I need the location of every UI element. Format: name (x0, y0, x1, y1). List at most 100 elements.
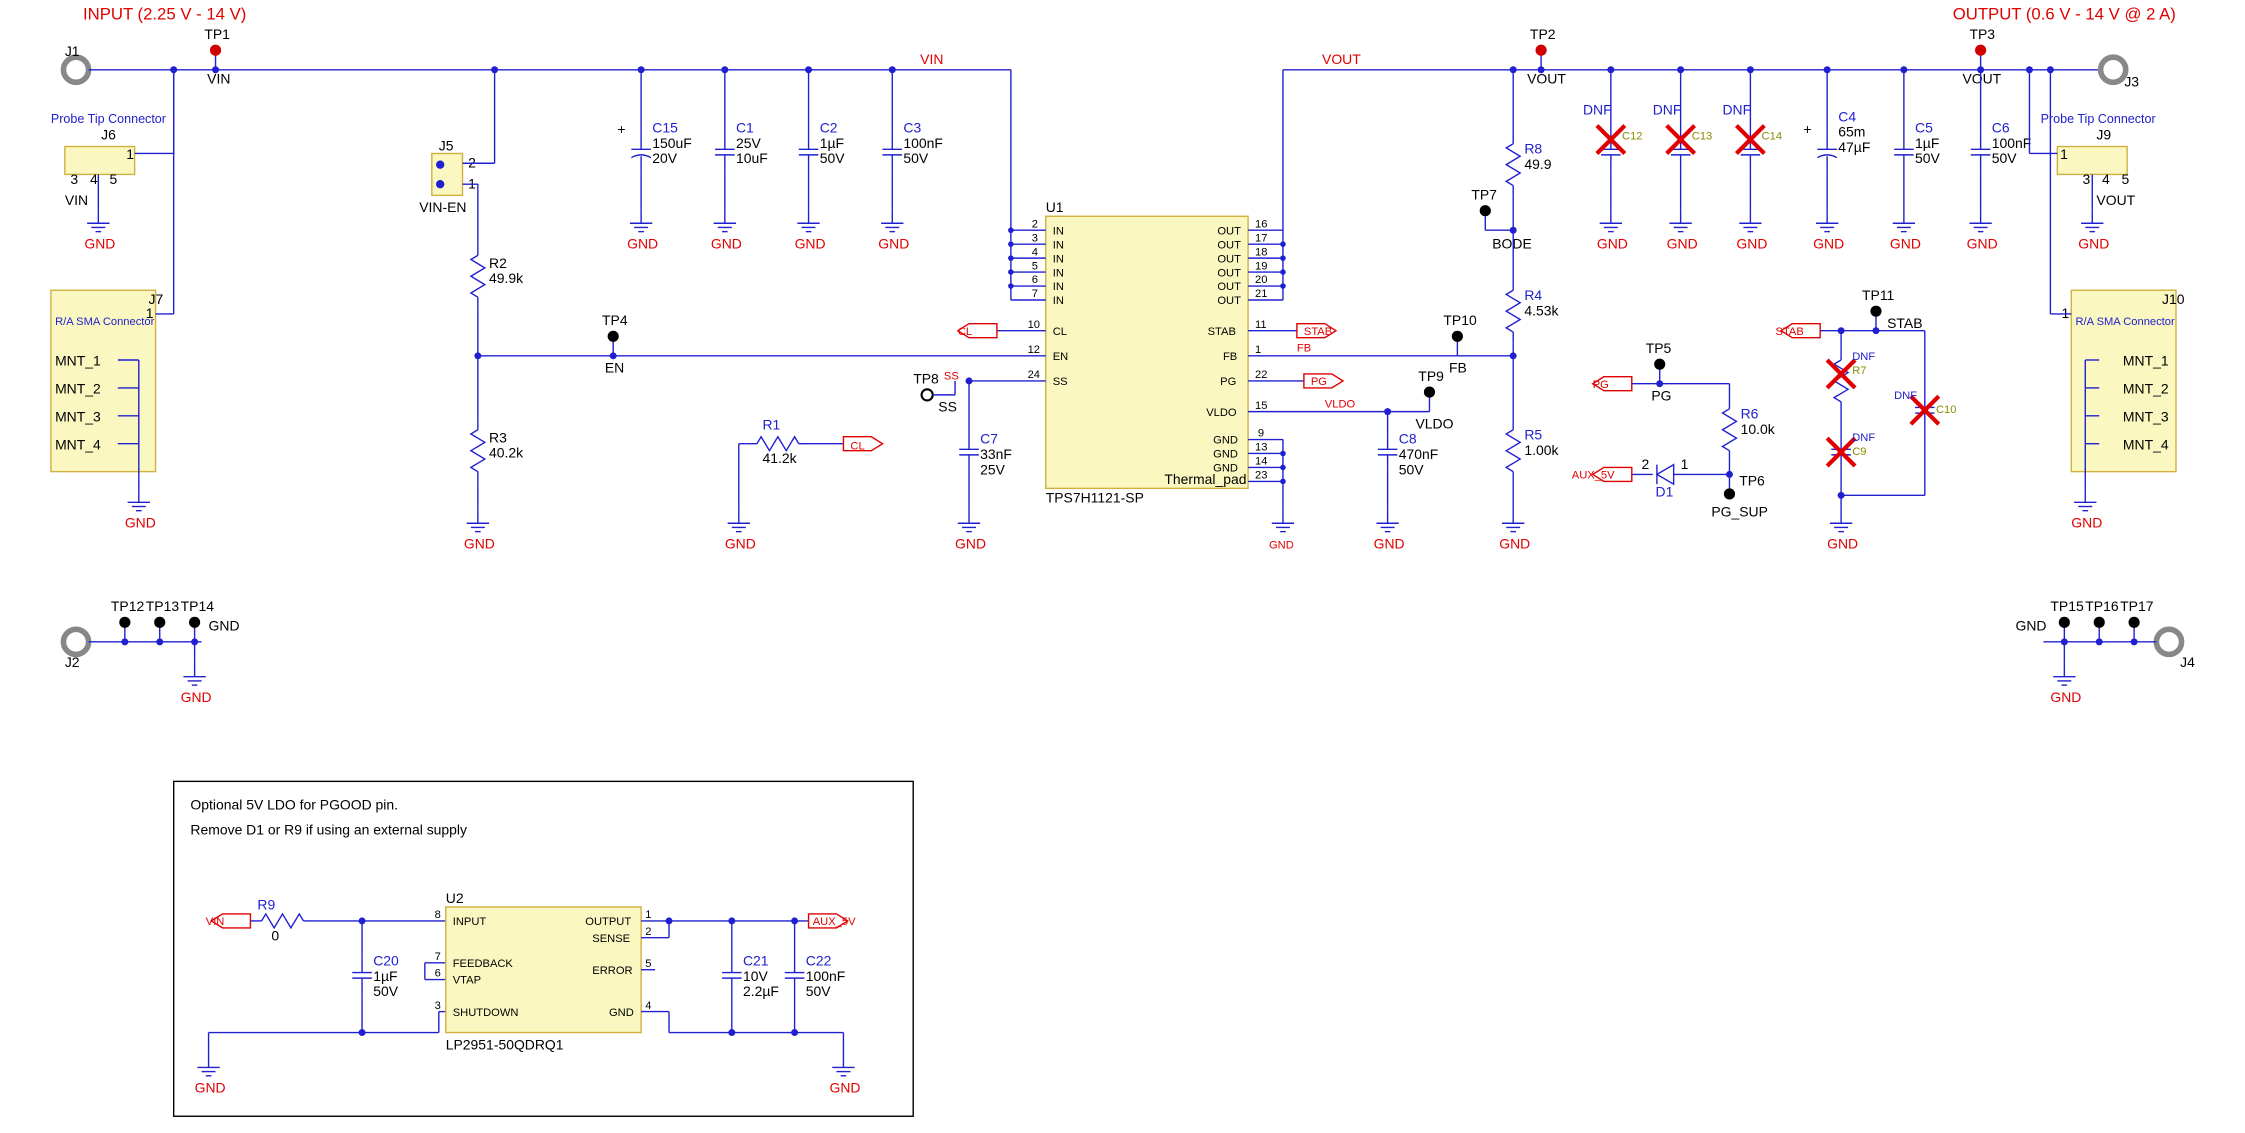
svg-text:100nF: 100nF (806, 968, 846, 984)
svg-text:MNT_3: MNT_3 (55, 408, 101, 424)
svg-text:EN: EN (1053, 351, 1069, 363)
c1: GNDC125V10uF (711, 66, 768, 251)
svg-text:J9: J9 (2096, 127, 2111, 143)
svg-text:GND: GND (2050, 689, 2081, 705)
svg-text:C21: C21 (743, 953, 769, 969)
svg-text:VTAP: VTAP (453, 975, 481, 987)
svg-text:150uF: 150uF (652, 135, 692, 151)
svg-text:15: 15 (1255, 400, 1267, 412)
svg-text:6: 6 (1032, 274, 1038, 286)
svg-text:MNT_1: MNT_1 (55, 353, 101, 369)
svg-text:49.9: 49.9 (1524, 156, 1551, 172)
svg-text:R7: R7 (1852, 365, 1866, 377)
svg-text:4: 4 (645, 1000, 651, 1012)
svg-text:1: 1 (1255, 344, 1261, 356)
svg-text:TP6: TP6 (1739, 473, 1765, 489)
svg-text:1µF: 1µF (1915, 135, 1939, 151)
svg-text:25V: 25V (980, 461, 1006, 477)
svg-text:GND: GND (209, 618, 240, 634)
svg-text:GND: GND (795, 235, 826, 251)
svg-text:3: 3 (70, 171, 78, 187)
svg-text:D1: D1 (1656, 484, 1674, 500)
svg-text:PG: PG (1220, 376, 1236, 388)
svg-text:50V: 50V (903, 150, 929, 166)
svg-text:1: 1 (146, 305, 154, 321)
u1-ref: U1 (1046, 199, 1064, 215)
svg-text:TP12: TP12 (111, 598, 145, 614)
sma-title-l: R/A SMA Connector (55, 316, 154, 328)
vin-probe: VIN (65, 192, 88, 208)
svg-text:1µF: 1µF (820, 135, 844, 151)
svg-text:SHUTDOWN: SHUTDOWN (453, 1007, 519, 1019)
c6: GNDC6100nF50V (1967, 70, 2032, 252)
svg-text:GND: GND (195, 1080, 226, 1096)
svg-text:GND: GND (1827, 535, 1858, 551)
svg-text:C20: C20 (373, 953, 399, 969)
svg-text:ERROR: ERROR (592, 965, 632, 977)
svg-text:PG: PG (1593, 379, 1609, 391)
svg-text:1: 1 (126, 146, 134, 162)
svg-text:GND: GND (955, 535, 986, 551)
svg-text:10V: 10V (743, 968, 769, 984)
svg-text:65m: 65m (1838, 124, 1865, 140)
svg-text:C6: C6 (1992, 120, 2010, 136)
svg-text:18: 18 (1255, 246, 1267, 258)
svg-text:OUT: OUT (1217, 239, 1241, 251)
svg-text:14: 14 (1255, 456, 1267, 468)
svg-text:MNT_2: MNT_2 (55, 380, 101, 396)
svg-text:R4: R4 (1524, 287, 1542, 303)
svg-text:8: 8 (435, 909, 441, 921)
svg-text:R5: R5 (1524, 427, 1542, 443)
svg-text:J10: J10 (2162, 291, 2185, 307)
svg-text:20V: 20V (652, 150, 678, 166)
svg-text:VLDO: VLDO (1416, 415, 1454, 431)
svg-text:TP10: TP10 (1443, 312, 1477, 328)
svg-text:CL: CL (958, 326, 972, 338)
svg-text:C15: C15 (652, 120, 678, 136)
svg-text:IN: IN (1053, 239, 1064, 251)
svg-text:GND: GND (1213, 435, 1238, 447)
vin-en: VIN-EN (419, 199, 466, 215)
svg-text:C9: C9 (1852, 446, 1866, 458)
svg-text:LP2951-50QDRQ1: LP2951-50QDRQ1 (446, 1036, 564, 1052)
j5: J5 (439, 138, 454, 154)
svg-text:1: 1 (1681, 456, 1689, 472)
svg-text:VOUT: VOUT (1527, 71, 1566, 87)
svg-text:MNT_1: MNT_1 (2123, 353, 2169, 369)
svg-text:2: 2 (468, 154, 476, 170)
probe-title-left: Probe Tip Connector (51, 112, 166, 126)
svg-text:3: 3 (2082, 171, 2090, 187)
svg-text:GND: GND (829, 1080, 860, 1096)
svg-text:TP8: TP8 (913, 371, 939, 387)
svg-text:VOUT: VOUT (1962, 71, 2001, 87)
svg-text:6: 6 (435, 968, 441, 980)
svg-text:GND: GND (1890, 235, 1921, 251)
svg-text:TP4: TP4 (602, 312, 628, 328)
svg-text:FB: FB (1223, 351, 1237, 363)
note-l2: Remove D1 or R9 if using an external sup… (190, 821, 467, 837)
svg-text:50V: 50V (1915, 150, 1941, 166)
svg-text:41.2k: 41.2k (763, 450, 797, 466)
svg-text:DNF: DNF (1653, 101, 1682, 117)
svg-text:2: 2 (1642, 456, 1650, 472)
svg-text:STAB: STAB (1776, 326, 1804, 338)
svg-text:GND: GND (1967, 235, 1998, 251)
svg-text:C5: C5 (1915, 120, 1933, 136)
svg-text:100nF: 100nF (1992, 135, 2032, 151)
svg-text:GND: GND (181, 689, 212, 705)
svg-text:C4: C4 (1838, 108, 1856, 124)
svg-text:DNF: DNF (1894, 390, 1917, 402)
svg-text:DNF: DNF (1852, 432, 1875, 444)
svg-text:INPUT: INPUT (453, 916, 487, 928)
svg-text:GND: GND (1736, 235, 1767, 251)
svg-text:MNT_2: MNT_2 (2123, 380, 2169, 396)
svg-text:AUX_5V: AUX_5V (1572, 470, 1615, 482)
svg-text:C22: C22 (806, 953, 832, 969)
svg-text:GND: GND (84, 235, 115, 251)
svg-text:U2: U2 (446, 890, 464, 906)
svg-text:C1: C1 (736, 120, 754, 136)
svg-text:VLDO: VLDO (1206, 407, 1237, 419)
svg-text:GND: GND (1269, 539, 1294, 551)
svg-text:DNF: DNF (1583, 101, 1612, 117)
svg-text:PG: PG (1311, 376, 1327, 388)
